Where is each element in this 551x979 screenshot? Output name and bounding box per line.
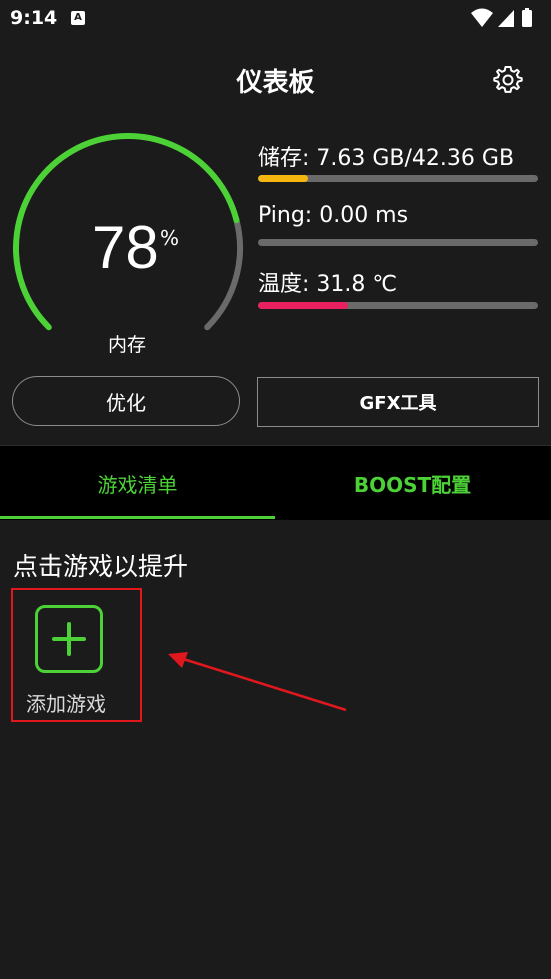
annotation-arrow-icon xyxy=(168,652,347,712)
ping-bar xyxy=(258,239,538,246)
signal-icon xyxy=(498,10,514,27)
temperature-label: 温度: 31.8 ℃ xyxy=(258,272,398,297)
memory-percent-value: 78 xyxy=(92,214,159,281)
storage-bar-fill xyxy=(258,175,309,182)
gauge-track xyxy=(204,217,243,331)
optimize-button[interactable]: 优化 xyxy=(12,376,240,426)
gear-icon[interactable] xyxy=(492,64,524,96)
storage-label: 储存: 7.63 GB/42.36 GB xyxy=(258,146,515,171)
section-heading: 点击游戏以提升 xyxy=(13,552,189,581)
plus-icon xyxy=(52,622,86,656)
status-icons xyxy=(471,8,532,27)
notification-icon: A xyxy=(71,11,85,25)
memory-percent-unit: % xyxy=(160,226,180,250)
temperature-bar-fill xyxy=(258,302,348,309)
wifi-icon xyxy=(471,8,493,27)
status-bar: 9:14 A xyxy=(0,0,551,38)
tab-boost-config[interactable]: BOOST配置 xyxy=(275,446,550,520)
tab-game-list[interactable]: 游戏清单 xyxy=(0,446,275,520)
dashboard-screen: 9:14 A 仪表板 78 % 内存 储存: 7.63 GB/42.36 GB … xyxy=(0,0,551,979)
active-tab-indicator xyxy=(0,516,275,519)
add-game-label: 添加游戏 xyxy=(26,692,106,716)
temperature-bar xyxy=(258,302,538,309)
status-time: 9:14 xyxy=(10,7,58,29)
gfx-tool-button[interactable]: GFX工具 xyxy=(257,377,539,427)
storage-bar xyxy=(258,175,538,182)
add-game-button[interactable] xyxy=(35,605,103,673)
tab-bar: 游戏清单 BOOST配置 xyxy=(0,445,551,520)
battery-icon xyxy=(522,10,532,27)
page-title: 仪表板 xyxy=(236,68,315,98)
ping-label: Ping: 0.00 ms xyxy=(258,203,409,228)
memory-label: 内存 xyxy=(108,334,147,356)
